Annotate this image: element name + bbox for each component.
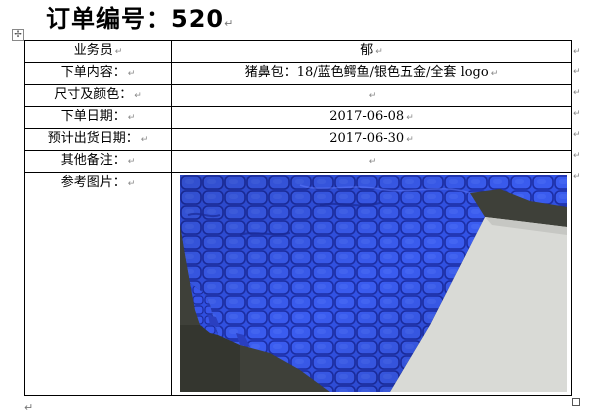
- row-end-mark: ↵: [573, 88, 581, 98]
- salesperson-label-text: 业务员: [73, 43, 113, 58]
- reference-image-label-text: 参考图片：: [60, 175, 126, 190]
- order-content-label-text: 下单内容：: [60, 65, 126, 80]
- row-end-mark: ↵: [573, 130, 581, 140]
- size-color-value[interactable]: ↵: [171, 84, 572, 107]
- row-end-mark: ↵: [573, 47, 581, 57]
- cell-mark: ↵: [134, 91, 142, 101]
- table-row: 尺寸及颜色： ↵ ↵: [24, 84, 572, 107]
- remarks-label-text: 其他备注：: [60, 153, 126, 168]
- ship-date-value[interactable]: 2017-06-30 ↵: [171, 128, 572, 151]
- size-color-label: 尺寸及颜色： ↵: [24, 84, 172, 107]
- size-color-label-text: 尺寸及颜色：: [54, 87, 133, 102]
- salesperson-value[interactable]: 郁 ↵: [171, 40, 572, 63]
- cell-mark: ↵: [490, 69, 499, 79]
- table-move-handle-icon[interactable]: ✢: [12, 29, 24, 41]
- salesperson-value-text: 郁: [360, 43, 374, 58]
- cell-mark: ↵: [375, 47, 383, 57]
- salesperson-label: 业务员 ↵: [24, 40, 172, 63]
- remarks-value[interactable]: ↵: [171, 150, 572, 173]
- cell-mark: ↵: [114, 47, 123, 57]
- cell-mark: ↵: [127, 69, 136, 79]
- row-end-mark: ↵: [573, 67, 581, 77]
- cell-mark: ↵: [368, 91, 377, 101]
- reference-photo[interactable]: [180, 175, 567, 392]
- paragraph-mark: ↵: [24, 401, 34, 414]
- cell-mark: ↵: [140, 135, 149, 145]
- order-content-value[interactable]: 猪鼻包：18/蓝色鳄鱼/银色五金/全套 logo ↵: [171, 62, 572, 85]
- cell-mark: ↵: [406, 113, 414, 123]
- table-row: 其他备注： ↵ ↵: [24, 150, 572, 173]
- table-row: 下单内容： ↵ 猪鼻包：18/蓝色鳄鱼/银色五金/全套 logo ↵: [24, 62, 572, 85]
- order-date-value-text: 2017-06-08: [329, 109, 405, 124]
- ship-date-label-text: 预计出货日期：: [47, 131, 139, 146]
- row-end-mark: ↵: [573, 172, 581, 182]
- paragraph-mark: ↵: [224, 17, 235, 30]
- table-row: 业务员 ↵ 郁 ↵: [24, 40, 572, 63]
- ship-date-value-text: 2017-06-30: [329, 131, 405, 146]
- order-date-label-text: 下单日期：: [60, 109, 126, 124]
- order-date-label: 下单日期： ↵: [24, 106, 172, 129]
- row-end-mark: ↵: [573, 151, 581, 161]
- cell-mark: ↵: [127, 113, 136, 123]
- cell-mark: ↵: [406, 135, 414, 145]
- document-title: 订单编号：520↵: [46, 4, 234, 39]
- row-end-mark: ↵: [573, 109, 581, 119]
- remarks-label: 其他备注： ↵: [24, 150, 172, 173]
- cell-mark: ↵: [368, 157, 377, 167]
- order-content-label: 下单内容： ↵: [24, 62, 172, 85]
- table-row: 预计出货日期： ↵ 2017-06-30 ↵: [24, 128, 572, 151]
- table-row: 下单日期： ↵ 2017-06-08 ↵: [24, 106, 572, 129]
- cell-mark: ↵: [127, 157, 136, 167]
- reference-image-label: 参考图片： ↵: [24, 172, 172, 396]
- cell-mark: ↵: [127, 179, 136, 189]
- blue-crocodile-leather-image: [180, 175, 567, 392]
- order-date-value[interactable]: 2017-06-08 ↵: [171, 106, 572, 129]
- document-title-text: 订单编号：520: [46, 5, 225, 33]
- table-resize-handle-icon[interactable]: [572, 398, 580, 406]
- ship-date-label: 预计出货日期： ↵: [24, 128, 172, 151]
- order-content-value-text: 猪鼻包：18/蓝色鳄鱼/银色五金/全套 logo: [244, 65, 489, 80]
